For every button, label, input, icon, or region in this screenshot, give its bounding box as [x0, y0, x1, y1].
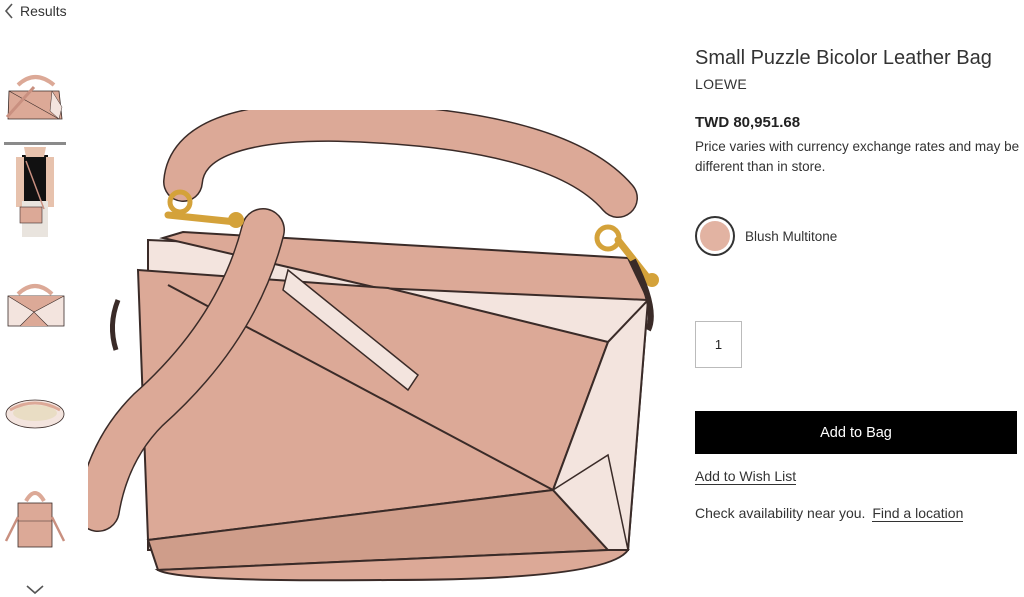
main-product-image[interactable]: [76, 101, 678, 590]
thumbnail-interior[interactable]: [4, 382, 66, 446]
quantity-input[interactable]: 1: [695, 321, 742, 368]
color-swatch-blush-multitone[interactable]: [695, 216, 735, 256]
chevron-down-icon: [26, 585, 44, 595]
back-link-label: Results: [20, 3, 67, 19]
back-to-results-link[interactable]: Results: [4, 3, 67, 19]
color-selector: Blush Multitone: [695, 216, 837, 256]
brand-name[interactable]: LOEWE: [695, 76, 1020, 92]
chevron-left-icon: [4, 3, 13, 19]
thumbnail-scroll-down-button[interactable]: [26, 582, 44, 597]
availability-text: Check availability near you.: [695, 505, 866, 521]
price-note: Price varies with currency exchange rate…: [695, 139, 1020, 174]
product-price: TWD 80,951.68: [695, 114, 801, 131]
add-to-bag-button[interactable]: Add to Bag: [695, 411, 1017, 454]
thumbnail-front[interactable]: [4, 64, 66, 128]
availability-row: Check availability near you. Find a loca…: [695, 504, 964, 522]
product-info-panel: Small Puzzle Bicolor Leather Bag LOEWE T…: [695, 44, 1020, 177]
thumbnail-worn-on-model[interactable]: [4, 142, 66, 244]
find-location-link[interactable]: Find a location: [872, 505, 964, 522]
add-to-wish-list-link[interactable]: Add to Wish List: [695, 468, 797, 485]
thumbnail-back[interactable]: [4, 478, 66, 558]
thumbnail-side[interactable]: [4, 270, 66, 334]
product-page: Results Small Puzzle Bicolor Leather Bag…: [0, 0, 1024, 597]
selected-color-label: Blush Multitone: [745, 228, 838, 244]
product-title: Small Puzzle Bicolor Leather Bag: [695, 47, 992, 69]
swatch-color-fill: [700, 221, 730, 251]
